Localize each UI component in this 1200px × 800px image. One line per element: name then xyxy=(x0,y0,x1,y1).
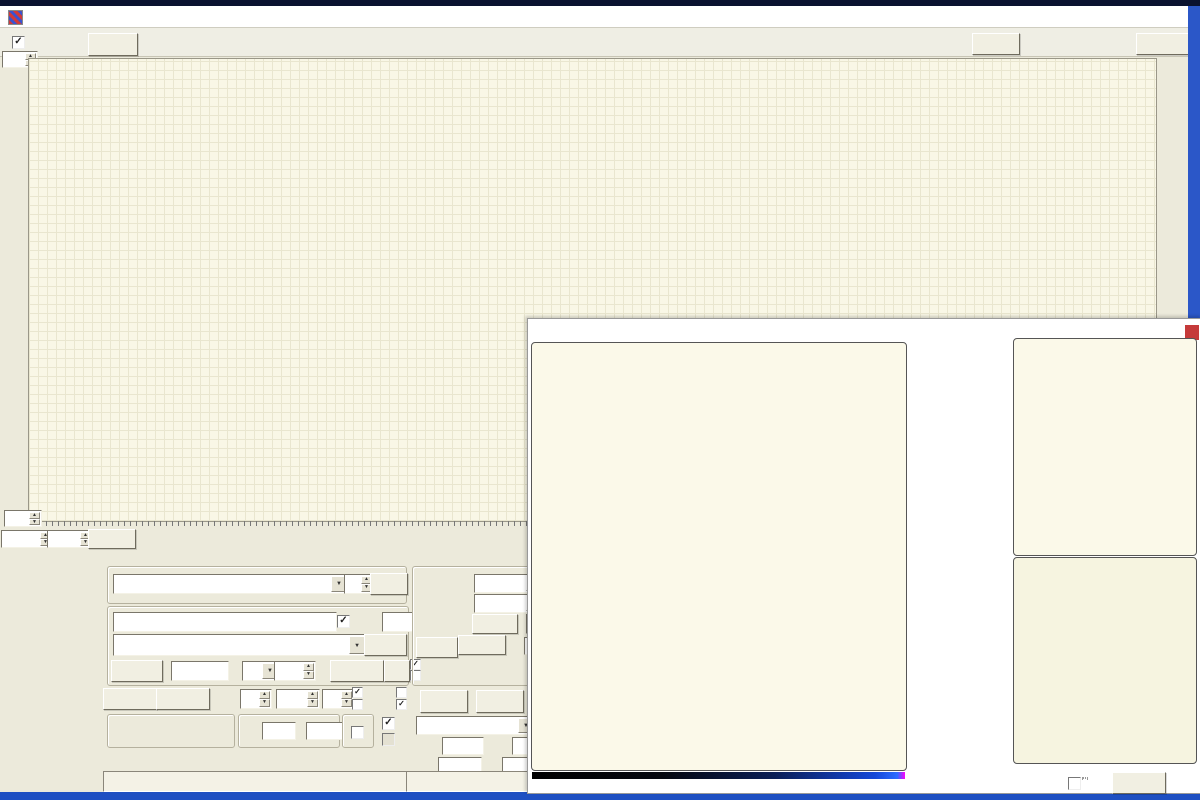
span-spinner[interactable]: ▲▼ xyxy=(47,530,93,548)
satellite-name-field[interactable] xyxy=(113,612,337,632)
sm9-checkbox[interactable] xyxy=(352,699,363,710)
code-field[interactable] xyxy=(382,612,413,632)
feed-report-button[interactable] xyxy=(111,660,163,682)
spinner-arrows-icon[interactable]: ▲▼ xyxy=(259,691,270,707)
clear-loop-checkbox[interactable]: ✓ xyxy=(382,717,395,730)
autosize-button[interactable] xyxy=(88,529,136,549)
phase-auto-checkbox[interactable] xyxy=(1068,777,1081,790)
set-channel-button[interactable] xyxy=(330,660,384,682)
spectrum-button[interactable] xyxy=(156,688,210,710)
status-right xyxy=(406,771,539,792)
load-button[interactable] xyxy=(476,690,524,713)
app-window: ✓ ▲▼ ▲▼ ▲▼ ▲▼ ▼ ▲▼ xyxy=(0,0,1200,800)
auto-checkbox[interactable]: ✓ xyxy=(12,36,25,49)
freqstep-radios xyxy=(114,726,229,740)
start-button[interactable] xyxy=(370,573,408,595)
band-combobox[interactable]: ▼ xyxy=(416,716,536,735)
transponder-combobox[interactable]: ▼ xyxy=(113,634,367,656)
max-field[interactable] xyxy=(306,722,344,740)
desktop-edge-right xyxy=(1188,6,1200,318)
n-spinner[interactable]: ▲▼ xyxy=(276,689,320,709)
paint-button[interactable] xyxy=(420,690,468,713)
chevron-down-icon[interactable]: ▼ xyxy=(349,636,365,654)
spinner-arrows-icon[interactable]: ▲▼ xyxy=(307,691,318,707)
blindscan-button[interactable] xyxy=(88,33,138,56)
start-freq-spinner[interactable]: ▲▼ xyxy=(1,530,53,548)
save-button[interactable] xyxy=(972,33,1020,55)
modulation-chart xyxy=(1013,338,1197,556)
avg-spinner[interactable]: ▲▼ xyxy=(240,689,272,709)
fmin-field[interactable] xyxy=(442,737,484,755)
titlebar xyxy=(0,6,1188,28)
dynamical-button[interactable] xyxy=(103,688,157,710)
snr-button[interactable] xyxy=(384,660,410,682)
modulation-svg xyxy=(1014,339,1196,555)
phase-canvas xyxy=(1014,558,1193,760)
show-iq-checkbox[interactable] xyxy=(382,733,395,746)
title-checkbox[interactable]: ✓ xyxy=(337,615,350,628)
symbolrate-spinner[interactable]: ▲▼ xyxy=(274,661,316,681)
status-left xyxy=(103,771,416,792)
finetune-button[interactable] xyxy=(458,635,506,655)
level-colorbar xyxy=(532,772,905,779)
spinner-arrows-icon[interactable]: ▲▼ xyxy=(341,691,352,707)
position-button[interactable] xyxy=(472,614,518,634)
s-spinner[interactable]: ▲▼ xyxy=(322,689,354,709)
phase-auto-label xyxy=(1082,777,1088,779)
constellation-panel xyxy=(531,342,907,771)
signal-params-panel xyxy=(908,343,1012,347)
constellation-canvas xyxy=(532,343,903,767)
auto-sr-checkbox[interactable] xyxy=(351,726,364,739)
device-combobox[interactable]: ▼ xyxy=(113,574,349,594)
feed-report-window xyxy=(527,318,1200,794)
spinner-arrows-icon[interactable]: ▲▼ xyxy=(29,512,40,525)
noise-checkbox[interactable]: ✓ xyxy=(396,699,407,710)
level-min-spinner[interactable]: ▲▼ xyxy=(4,510,42,527)
cleantransp-button[interactable] xyxy=(1136,33,1191,55)
min-field[interactable] xyxy=(262,722,296,740)
calibr-checkbox[interactable] xyxy=(396,687,407,698)
usals-button[interactable] xyxy=(416,637,458,658)
toolbar-toggles xyxy=(1024,31,1136,55)
frequency-field[interactable] xyxy=(171,661,229,681)
phase-save-button[interactable] xyxy=(1112,772,1166,794)
spinner-arrows-icon[interactable]: ▲▼ xyxy=(303,663,314,679)
open-list-button[interactable] xyxy=(364,634,407,656)
app-icon xyxy=(8,10,23,25)
phase-chart xyxy=(1013,557,1197,764)
sm3-checkbox[interactable]: ✓ xyxy=(352,687,363,698)
